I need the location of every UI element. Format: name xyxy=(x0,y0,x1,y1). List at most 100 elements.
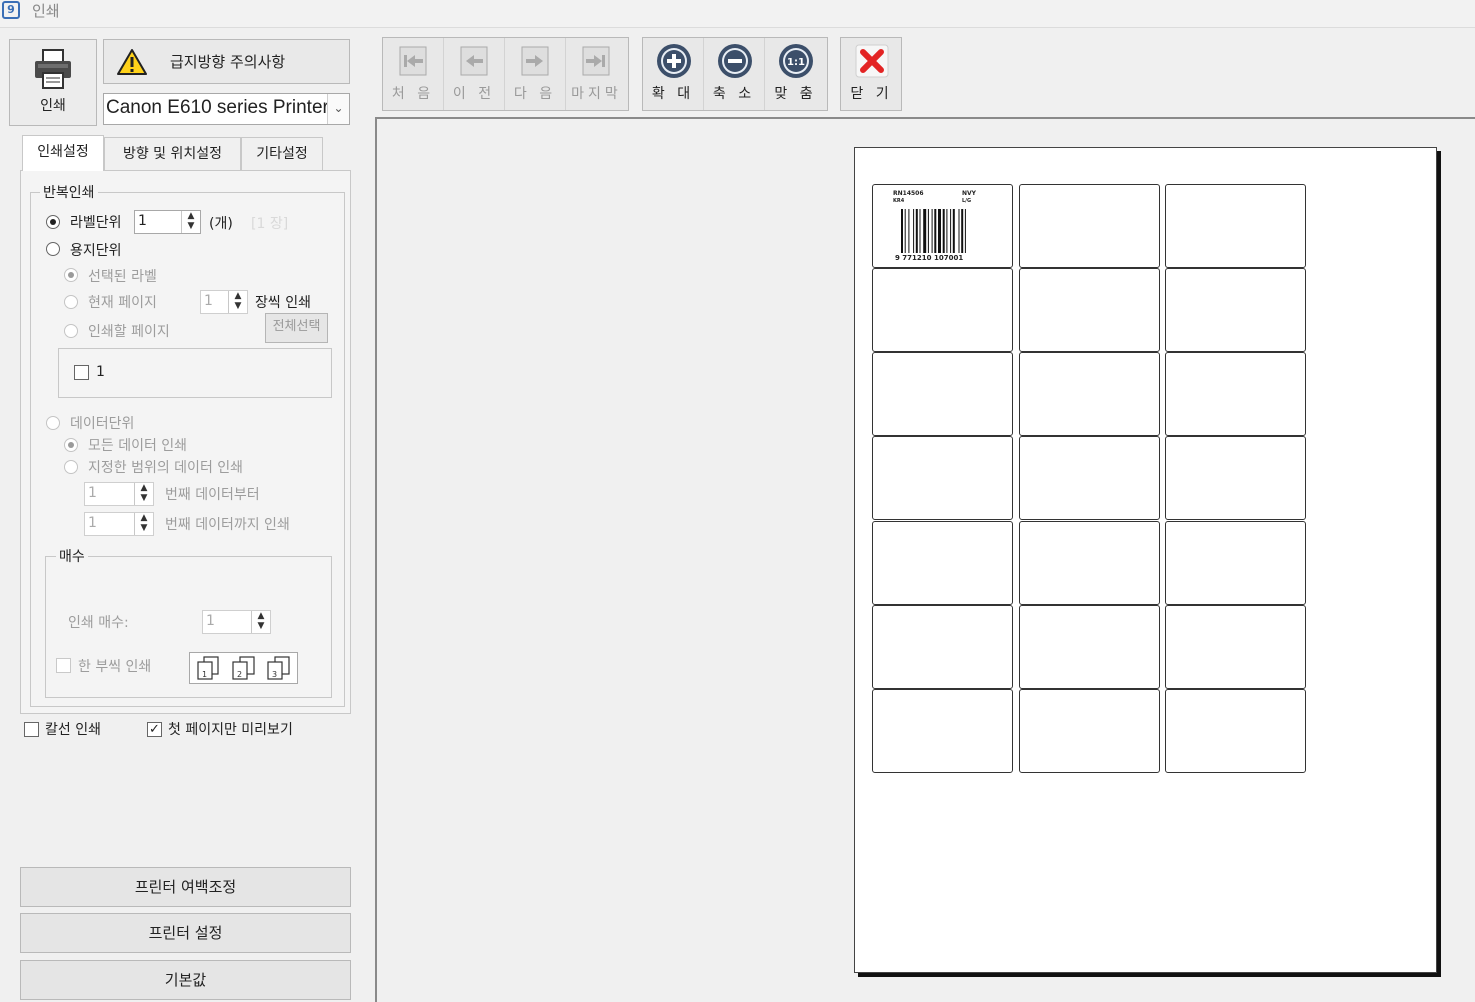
collate-preview: 1 2 3 xyxy=(189,652,298,684)
label-unit-radio[interactable] xyxy=(46,215,60,229)
range-data-radio[interactable] xyxy=(64,460,78,474)
label-color-text: NVY xyxy=(962,190,977,197)
data-unit-radio[interactable] xyxy=(46,416,60,430)
copies-label: 인쇄 매수: xyxy=(68,615,129,631)
label-cell: RN14506 NVY KR4 L/G 9 771210 107001 xyxy=(872,184,1013,268)
stepper-arrows-icon[interactable]: ▲ ▼ xyxy=(134,483,153,505)
next-page-icon xyxy=(521,46,549,76)
next-page-label: 다 음 xyxy=(513,86,557,102)
zoom-out-button[interactable]: 축 소 xyxy=(704,38,765,110)
barcode-number-text: 9 771210 107001 xyxy=(895,254,964,262)
page-1-checkbox[interactable] xyxy=(74,365,89,380)
repeat-print-group-label: 반복인쇄 xyxy=(40,182,98,202)
title-bar: 9 인쇄 xyxy=(0,0,1475,28)
pages-to-print-text: 인쇄할 페이지 xyxy=(88,324,170,340)
zoom-in-button[interactable]: 확 대 xyxy=(643,38,704,110)
first-page-label: 처 음 xyxy=(391,86,435,102)
select-all-button[interactable]: 전체선택 xyxy=(265,313,328,343)
page-count-stepper[interactable]: 1 ▲ ▼ xyxy=(200,290,248,314)
last-page-icon xyxy=(582,46,610,76)
label-cell xyxy=(872,352,1013,436)
selected-label-radio[interactable] xyxy=(64,268,78,282)
print-button-label: 인쇄 xyxy=(40,98,66,114)
close-icon xyxy=(855,44,889,78)
last-page-label: 마지막 xyxy=(571,86,622,102)
tab-other-settings[interactable]: 기타설정 xyxy=(241,137,323,170)
label-count-stepper[interactable]: 1 ▲ ▼ xyxy=(134,210,201,234)
label-cell xyxy=(1019,268,1160,352)
per-sheet-print-label: 장씩 인쇄 xyxy=(255,295,311,311)
label-cell xyxy=(1019,436,1160,520)
previous-page-button[interactable]: 이 전 xyxy=(444,38,505,110)
copies-value: 1 xyxy=(206,613,215,629)
cut-line-print-label: 칼선 인쇄 xyxy=(45,722,101,738)
tab-orientation-position[interactable]: 방향 및 위치설정 xyxy=(104,137,241,170)
stepper-arrows-icon[interactable]: ▲ ▼ xyxy=(134,513,153,535)
collate-checkbox[interactable] xyxy=(56,658,71,673)
chevron-down-icon[interactable]: ⌄ xyxy=(327,94,349,124)
label-code-text: RN14506 xyxy=(893,190,924,197)
fit-button[interactable]: 1:1 맞 춤 xyxy=(765,38,826,110)
tab-print-settings[interactable]: 인쇄설정 xyxy=(22,135,104,171)
first-page-preview-label: 첫 페이지만 미리보기 xyxy=(168,722,293,738)
printer-select[interactable]: Canon E610 series Printer ⌄ xyxy=(103,93,350,125)
label-cell xyxy=(1019,689,1160,773)
printer-settings-button[interactable]: 프린터 설정 xyxy=(20,913,351,953)
all-data-radio[interactable] xyxy=(64,438,78,452)
label-cell xyxy=(1165,268,1306,352)
fit-label: 맞 춤 xyxy=(774,86,817,102)
label-cell xyxy=(1165,436,1306,520)
print-button[interactable]: 인쇄 xyxy=(9,39,97,126)
label-count-value: 1 xyxy=(138,213,147,229)
collate-label: 한 부씩 인쇄 xyxy=(78,659,152,675)
copies-group-label: 매수 xyxy=(56,546,88,566)
close-label: 닫 기 xyxy=(850,86,893,102)
label-cell xyxy=(1019,521,1160,605)
stepper-arrows-icon[interactable]: ▲ ▼ xyxy=(228,291,247,313)
first-page-button[interactable]: 처 음 xyxy=(383,38,444,110)
page-count-value: 1 xyxy=(204,293,213,309)
defaults-button[interactable]: 기본값 xyxy=(20,960,351,1000)
label-cell xyxy=(872,521,1013,605)
label-cell xyxy=(1165,352,1306,436)
range-to-value: 1 xyxy=(88,515,97,531)
label-cell xyxy=(1165,605,1306,689)
range-to-stepper[interactable]: 1 ▲ ▼ xyxy=(84,512,154,536)
last-page-button[interactable]: 마지막 xyxy=(566,38,627,110)
svg-text:2: 2 xyxy=(237,670,242,679)
data-unit-label: 데이터단위 xyxy=(70,416,135,432)
fit-icon: 1:1 xyxy=(779,44,813,78)
label-cell xyxy=(1165,521,1306,605)
next-page-button[interactable]: 다 음 xyxy=(505,38,566,110)
label-cell xyxy=(1019,184,1160,268)
app-icon: 9 xyxy=(2,1,20,19)
printer-icon xyxy=(35,49,71,89)
zoom-out-icon xyxy=(718,44,752,78)
label-cell xyxy=(1019,352,1160,436)
label-size-text: L/G xyxy=(962,198,972,204)
pages-to-print-radio[interactable] xyxy=(64,324,78,338)
close-button[interactable]: 닫 기 xyxy=(841,38,902,110)
stepper-arrows-icon[interactable]: ▲ ▼ xyxy=(181,211,200,233)
label-cell xyxy=(872,605,1013,689)
fit-icon-text: 1:1 xyxy=(787,57,805,68)
paper-unit-radio[interactable] xyxy=(46,242,60,256)
preview-page: RN14506 NVY KR4 L/G 9 771210 107001 xyxy=(854,147,1437,973)
first-page-preview-checkbox[interactable]: ✓ xyxy=(147,722,162,737)
label-cell xyxy=(872,689,1013,773)
current-page-radio[interactable] xyxy=(64,295,78,309)
stepper-arrows-icon[interactable]: ▲ ▼ xyxy=(251,611,270,633)
range-from-value: 1 xyxy=(88,485,97,501)
printer-margin-button[interactable]: 프린터 여백조정 xyxy=(20,867,351,907)
range-from-stepper[interactable]: 1 ▲ ▼ xyxy=(84,482,154,506)
zoom-out-label: 축 소 xyxy=(712,86,756,102)
svg-text:1: 1 xyxy=(202,670,207,679)
cut-line-print-checkbox[interactable] xyxy=(24,722,39,737)
range-data-text: 지정한 범위의 데이터 인쇄 xyxy=(88,460,244,476)
zoom-in-icon xyxy=(657,44,691,78)
svg-text:3: 3 xyxy=(272,670,277,679)
copies-stepper[interactable]: 1 ▲ ▼ xyxy=(202,610,271,634)
label-sheets-count: [1 장] xyxy=(251,216,289,232)
label-cell xyxy=(1165,184,1306,268)
paper-direction-warning-button[interactable]: 급지방향 주의사항 xyxy=(103,39,350,84)
